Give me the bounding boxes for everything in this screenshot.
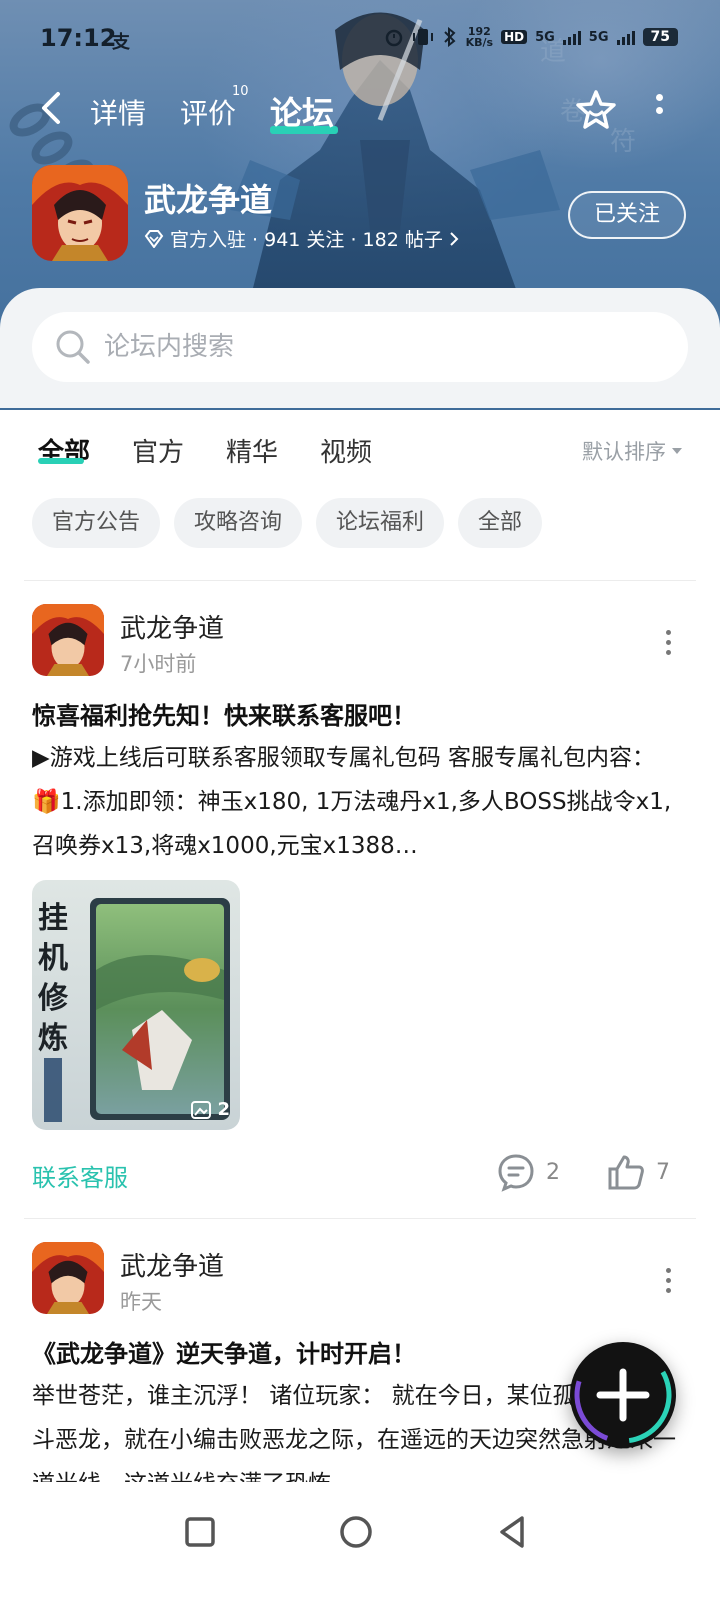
- like-count: 7: [656, 1159, 670, 1185]
- svg-text:挂: 挂: [38, 901, 68, 936]
- post-time: 7小时前: [120, 652, 197, 676]
- avatar[interactable]: [32, 1242, 104, 1314]
- tab-reviews[interactable]: 评价: [180, 92, 236, 132]
- sort-label: 默认排序: [582, 440, 666, 464]
- search-bar[interactable]: [32, 312, 688, 382]
- signal-icon: [616, 29, 635, 45]
- game-title: 武龙争道: [144, 181, 273, 219]
- follow-button[interactable]: 已关注: [568, 191, 686, 239]
- chevron-right-icon: [450, 231, 459, 246]
- comment-count: 2: [546, 1159, 560, 1185]
- diamond-verified-icon: [144, 229, 164, 248]
- filter-tab-featured[interactable]: 精华: [226, 432, 278, 469]
- game-header: 武龙争道 官方入驻 · 941 关注 · 182 帖子 已关注: [0, 165, 720, 265]
- contact-service-link[interactable]: 联系客服: [32, 1158, 128, 1193]
- post-image-artwork: 挂 机 修 炼: [32, 880, 240, 1130]
- sort-dropdown[interactable]: 默认排序: [582, 436, 682, 466]
- alarm-icon: [385, 29, 402, 47]
- alipay-icon: 支: [112, 32, 130, 53]
- tab-details[interactable]: 详情: [90, 92, 146, 132]
- more-options-icon[interactable]: [654, 94, 664, 124]
- chip-all[interactable]: 全部: [458, 498, 543, 548]
- post-title[interactable]: 惊喜福利抢先知！快来联系客服吧！: [32, 696, 688, 731]
- post-author[interactable]: 武龙争道: [120, 608, 224, 645]
- search-icon: [56, 330, 90, 364]
- post-time: 昨天: [120, 1290, 162, 1314]
- status-bar: 17:12 支 192 KB/s HD 5G 5G 75: [0, 22, 720, 58]
- status-icons: 192 KB/s HD 5G 5G 75: [384, 26, 678, 48]
- image-count-value: 2: [217, 1099, 230, 1120]
- avatar[interactable]: [32, 604, 104, 676]
- svg-text:修: 修: [37, 981, 69, 1016]
- game-stats: 官方入驻 · 941 关注 · 182 帖子: [170, 229, 443, 251]
- game-character-image: [32, 165, 128, 261]
- game-meta[interactable]: 官方入驻 · 941 关注 · 182 帖子: [144, 225, 459, 252]
- comment-icon: [498, 1154, 534, 1192]
- post-image[interactable]: 挂 机 修 炼 2: [32, 880, 240, 1130]
- sim1-label: 5G: [535, 29, 555, 45]
- comment-button[interactable]: 2: [496, 1152, 560, 1192]
- author-avatar-image: [32, 1242, 104, 1314]
- hd-label: HD: [501, 30, 528, 44]
- filter-tab-video[interactable]: 视频: [320, 432, 372, 469]
- reviews-count-badge: 10: [232, 84, 249, 99]
- back-arrow-icon[interactable]: [36, 90, 66, 126]
- category-chips: 官方公告 攻略咨询 论坛福利 全部: [32, 498, 543, 548]
- game-banner: 卷 符 道 17:12 支 192 KB/s HD 5G 5G 75 详情 评价: [0, 0, 720, 410]
- post-card[interactable]: 武龙争道 7小时前 惊喜福利抢先知！快来联系客服吧！ ▶游戏上线后可联系客服领取…: [0, 604, 720, 1204]
- divider: [24, 580, 696, 581]
- chip-benefits[interactable]: 论坛福利: [316, 498, 445, 548]
- network-speed-unit: KB/s: [465, 36, 494, 49]
- post-footer: 联系客服 2 7: [0, 1152, 720, 1196]
- top-nav: 详情 评价 10 论坛: [0, 80, 720, 140]
- network-speed: 192 KB/s: [466, 26, 493, 48]
- svg-text:机: 机: [38, 941, 68, 976]
- image-gallery-icon: [191, 1100, 212, 1119]
- post-more-icon[interactable]: [664, 1268, 672, 1298]
- post-more-icon[interactable]: [664, 630, 672, 660]
- svg-text:炼: 炼: [38, 1021, 68, 1056]
- caret-down-icon: [672, 448, 682, 454]
- search-input[interactable]: [104, 324, 664, 370]
- post-body[interactable]: ▶游戏上线后可联系客服领取专属礼包码 客服专属礼包内容： 🎁1.添加即领：神玉x…: [32, 736, 688, 868]
- divider: [24, 1218, 696, 1219]
- recent-apps-icon[interactable]: [180, 1512, 220, 1552]
- filter-active-indicator: [38, 458, 84, 464]
- vibrate-icon: [412, 29, 433, 45]
- like-button[interactable]: 7: [606, 1152, 670, 1192]
- filter-tab-official[interactable]: 官方: [132, 432, 184, 469]
- battery-indicator: 75: [642, 28, 678, 46]
- search-sheet: [0, 288, 720, 408]
- favorite-star-icon[interactable]: [574, 88, 618, 132]
- system-navigation-bar: [0, 1490, 720, 1600]
- plus-icon: [574, 1346, 672, 1444]
- post-author[interactable]: 武龙争道: [120, 1246, 224, 1283]
- signal-icon: [562, 29, 581, 45]
- game-icon[interactable]: [32, 165, 128, 261]
- status-time: 17:12: [40, 24, 117, 52]
- chip-guides[interactable]: 攻略咨询: [174, 498, 303, 548]
- new-post-button[interactable]: [570, 1342, 676, 1448]
- bluetooth-icon: [443, 27, 456, 47]
- filter-tabs: 全部 官方 精华 视频 默认排序: [0, 420, 720, 480]
- author-avatar-image: [32, 604, 104, 676]
- image-count: 2: [191, 1099, 230, 1120]
- chip-announcements[interactable]: 官方公告: [32, 498, 161, 548]
- back-icon[interactable]: [492, 1512, 532, 1552]
- thumbs-up-icon: [608, 1155, 644, 1190]
- home-icon[interactable]: [336, 1512, 376, 1552]
- sim2-label: 5G: [588, 29, 609, 45]
- tab-forum[interactable]: 论坛: [270, 88, 334, 134]
